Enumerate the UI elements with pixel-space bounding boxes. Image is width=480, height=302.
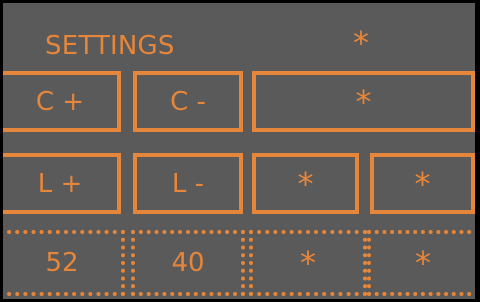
l-minus-button[interactable]: L - [133, 153, 243, 214]
c-minus-button[interactable]: C - [133, 71, 243, 132]
wide-star-button[interactable]: * [252, 71, 475, 132]
c-value-display: 52 [3, 230, 125, 296]
slot-4-value-display: * [367, 230, 475, 296]
slot-4-button[interactable]: * [370, 153, 475, 214]
slot-3-value-display: * [249, 230, 367, 296]
slot-3-button[interactable]: * [252, 153, 359, 214]
l-value-display: 40 [131, 230, 245, 296]
settings-panel: SETTINGS * C + C - * L + L - * * 52 40 *… [3, 3, 475, 299]
header-star-indicator: * [353, 24, 369, 62]
c-plus-button[interactable]: C + [3, 71, 121, 132]
l-plus-button[interactable]: L + [3, 153, 121, 214]
settings-title: SETTINGS [45, 31, 175, 61]
